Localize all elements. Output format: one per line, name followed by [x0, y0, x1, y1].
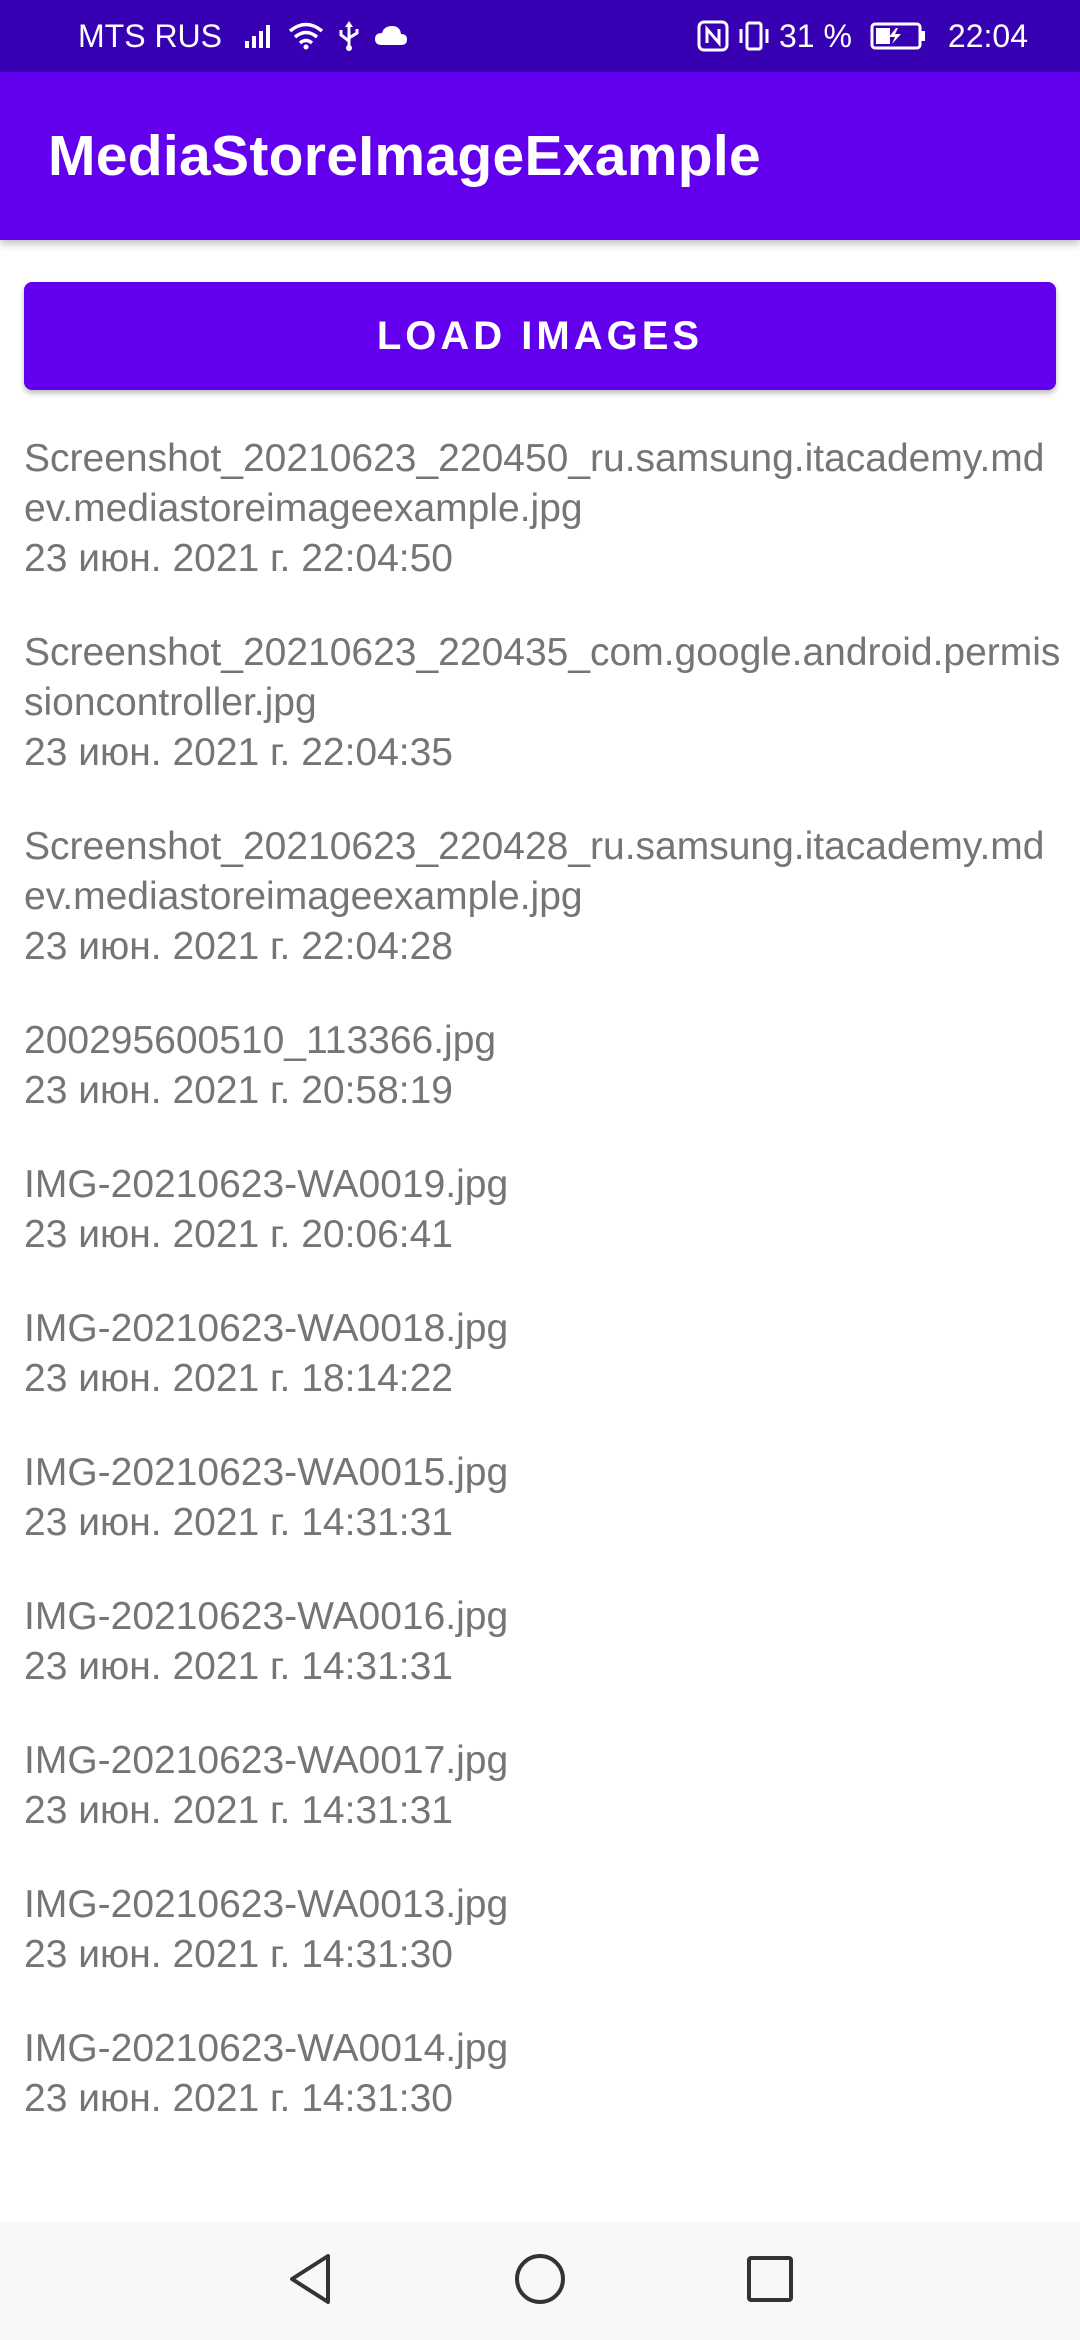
image-date: 23 июн. 2021 г. 22:04:35	[24, 731, 453, 774]
home-button[interactable]	[480, 2222, 600, 2340]
image-date: 23 июн. 2021 г. 14:31:30	[24, 2077, 453, 2120]
image-date: 23 июн. 2021 г. 20:06:41	[24, 1213, 453, 1256]
image-file-name: IMG-20210623-WA0015.jpg	[24, 1451, 509, 1494]
image-list[interactable]: Screenshot_20210623_220450_ru.samsung.it…	[24, 434, 1064, 2168]
battery-charging-icon	[870, 22, 926, 50]
app-title: MediaStoreImageExample	[48, 124, 762, 188]
image-file-name: Screenshot_20210623_220428_ru.samsung.it…	[24, 825, 1045, 918]
clock: 22:04	[947, 17, 1028, 54]
list-item[interactable]: IMG-20210623-WA0017.jpg 23 июн. 2021 г. 1…	[24, 1736, 1064, 1836]
status-bar: MTS RUS 31 % 22:04	[0, 0, 1080, 72]
status-left: MTS RUS	[78, 18, 422, 55]
image-date: 23 июн. 2021 г. 14:31:31	[24, 1501, 453, 1544]
cloud-icon	[374, 25, 408, 47]
image-file-name: Screenshot_20210623_220435_com.google.an…	[24, 631, 1061, 724]
carrier-label: MTS RUS	[78, 17, 222, 54]
image-file-name: IMG-20210623-WA0018.jpg	[24, 1307, 509, 1350]
battery-percent: 31 %	[778, 17, 852, 54]
list-item[interactable]: IMG-20210623-WA0016.jpg 23 июн. 2021 г. 1…	[24, 1592, 1064, 1692]
list-item[interactable]: IMG-20210623-WA0014.jpg 23 июн. 2021 г. 1…	[24, 2024, 1064, 2124]
list-item[interactable]: IMG-20210623-WA0013.jpg 23 июн. 2021 г. 1…	[24, 1880, 1064, 1980]
image-file-name: Screenshot_20210623_220450_ru.samsung.it…	[24, 437, 1045, 530]
back-button[interactable]	[250, 2222, 370, 2340]
usb-icon	[338, 21, 360, 51]
back-icon	[286, 2252, 334, 2311]
image-date: 23 июн. 2021 г. 18:14:22	[24, 1357, 453, 1400]
image-file-name: 200295600510_113366.jpg	[24, 1019, 497, 1062]
navigation-bar	[0, 2222, 1080, 2340]
image-file-name: IMG-20210623-WA0014.jpg	[24, 2027, 509, 2070]
app-bar: MediaStoreImageExample	[0, 72, 1080, 240]
vibrate-icon	[737, 20, 771, 52]
load-images-button[interactable]: LOAD IMAGES	[24, 282, 1056, 390]
image-date: 23 июн. 2021 г. 14:31:31	[24, 1645, 453, 1688]
image-date: 23 июн. 2021 г. 20:58:19	[24, 1069, 453, 1112]
list-item[interactable]: Screenshot_20210623_220450_ru.samsung.it…	[24, 434, 1064, 584]
image-file-name: IMG-20210623-WA0017.jpg	[24, 1739, 509, 1782]
list-item[interactable]: Screenshot_20210623_220428_ru.samsung.it…	[24, 822, 1064, 972]
image-date: 23 июн. 2021 г. 22:04:50	[24, 537, 453, 580]
nfc-icon	[697, 20, 729, 52]
recents-icon	[745, 2254, 795, 2309]
signal-icon	[244, 23, 274, 49]
list-item[interactable]: IMG-20210623-WA0015.jpg 23 июн. 2021 г. 1…	[24, 1448, 1064, 1548]
image-date: 23 июн. 2021 г. 14:31:30	[24, 1933, 453, 1976]
image-file-name: IMG-20210623-WA0019.jpg	[24, 1163, 509, 1206]
list-item[interactable]: IMG-20210623-WA0018.jpg 23 июн. 2021 г. 1…	[24, 1304, 1064, 1404]
image-file-name: IMG-20210623-WA0013.jpg	[24, 1883, 509, 1926]
wifi-icon	[288, 22, 324, 50]
image-file-name: IMG-20210623-WA0016.jpg	[24, 1595, 509, 1638]
status-right: 31 % 22:04	[697, 18, 1028, 55]
image-date: 23 июн. 2021 г. 14:31:31	[24, 1789, 453, 1832]
home-icon	[513, 2252, 567, 2311]
image-date: 23 июн. 2021 г. 22:04:28	[24, 925, 453, 968]
list-item[interactable]: IMG-20210623-WA0019.jpg 23 июн. 2021 г. 2…	[24, 1160, 1064, 1260]
recents-button[interactable]	[710, 2222, 830, 2340]
list-item[interactable]: 200295600510_113366.jpg 23 июн. 2021 г. 2…	[24, 1016, 1064, 1116]
list-item[interactable]: Screenshot_20210623_220435_com.google.an…	[24, 628, 1064, 778]
